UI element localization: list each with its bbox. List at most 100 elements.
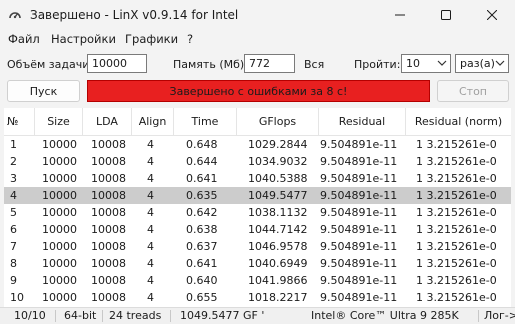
column-header-residual-norm[interactable]: Residual (norm)	[406, 108, 511, 135]
cell-residual: 9.504891e-11	[320, 138, 398, 151]
cell-residual: 9.504891e-11	[320, 240, 398, 253]
cell-lda: 10008	[91, 189, 126, 202]
cell-gflops: 1041.9866	[248, 274, 308, 287]
runs-value: 10	[406, 57, 420, 70]
cell-time: 0.641	[186, 172, 218, 185]
column-header-time[interactable]: Time	[174, 108, 237, 135]
menu-charts[interactable]: Графики	[125, 32, 178, 46]
cell-number: 6	[10, 223, 17, 236]
cell-lda: 10008	[91, 274, 126, 287]
menu-help[interactable]: ?	[187, 32, 193, 46]
cell-gflops: 1040.5388	[248, 172, 308, 185]
table-row[interactable]: 3 10000 10008 4 0.641 1040.5388 9.504891e-11 1 …	[4, 170, 511, 187]
runs-select[interactable]: 10	[401, 54, 451, 73]
table-row[interactable]: 9 10000 10008 4 0.640 1041.9866 9.504891e-11 1 …	[4, 272, 511, 289]
stop-button[interactable]: Стоп	[437, 80, 509, 102]
table-row[interactable]: 7 10000 10008 4 0.637 1046.9578 9.504891e-11 1 …	[4, 238, 511, 255]
cell-residual-norm: 1 3.215261e-0	[416, 291, 497, 304]
table-row[interactable]: 4 10000 10008 4 0.635 1049.5477 9.504891e-11 1 …	[4, 187, 511, 204]
close-button[interactable]	[469, 0, 515, 30]
start-button-label: Пуск	[29, 84, 58, 98]
title-bar[interactable]: Завершено - LinX v0.9.14 for Intel	[0, 0, 515, 30]
cell-number: 3	[10, 172, 17, 185]
column-header-lda[interactable]: LDA	[83, 108, 132, 135]
cell-lda: 10008	[91, 138, 126, 151]
cell-residual: 9.504891e-11	[320, 291, 398, 304]
results-table[interactable]: № Size LDA Align Time GFlops Residual Re…	[4, 108, 511, 307]
cell-size: 10000	[42, 155, 77, 168]
cell-lda: 10008	[91, 223, 126, 236]
cpu-name-label: Intel® Core™ Ultra 9 285K	[311, 309, 459, 322]
table-row[interactable]: 10 10000 10008 4 0.655 1018.2217 9.504891e-11 1…	[4, 289, 511, 306]
cell-lda: 10008	[91, 206, 126, 219]
cell-residual-norm: 1 3.215261e-0	[416, 155, 497, 168]
cell-number: 4	[10, 189, 17, 202]
start-button[interactable]: Пуск	[7, 80, 80, 102]
status-bar: 10/10 64-bit 24 treads 1049.5477 GF ' In…	[0, 307, 515, 324]
app-gauge-icon	[9, 12, 21, 19]
cell-size: 10000	[42, 223, 77, 236]
runs-label: Пройти:	[354, 58, 401, 71]
cell-residual-norm: 1 3.215261e-0	[416, 257, 497, 270]
cell-time: 0.644	[186, 155, 218, 168]
cell-align: 4	[147, 291, 154, 304]
minimize-icon	[395, 14, 405, 16]
cell-time: 0.648	[186, 138, 218, 151]
stop-button-label: Стоп	[458, 84, 487, 98]
table-row[interactable]: 6 10000 10008 4 0.638 1044.7142 9.504891e-11 1 …	[4, 221, 511, 238]
log-toggle-button[interactable]: Лог->	[484, 309, 515, 322]
column-header-number[interactable]: №	[4, 108, 35, 135]
menu-settings[interactable]: Настройки	[51, 32, 116, 46]
cell-gflops: 1040.6949	[248, 257, 308, 270]
menu-bar: Файл Настройки Графики ?	[0, 30, 515, 49]
run-status-indicator: Завершено с ошибками за 8 с!	[87, 80, 430, 102]
cell-align: 4	[147, 257, 154, 270]
cell-time: 0.642	[186, 206, 218, 219]
cell-number: 2	[10, 155, 17, 168]
table-row[interactable]: 5 10000 10008 4 0.642 1038.1132 9.504891e-11 1 …	[4, 204, 511, 221]
threads-label: 24 treads	[109, 309, 162, 322]
cell-residual: 9.504891e-11	[320, 172, 398, 185]
column-header-residual[interactable]: Residual	[319, 108, 406, 135]
maximize-icon	[441, 10, 451, 20]
cell-gflops: 1018.2217	[248, 291, 308, 304]
cell-number: 9	[10, 274, 17, 287]
column-header-align[interactable]: Align	[132, 108, 174, 135]
table-row[interactable]: 2 10000 10008 4 0.644 1034.9032 9.504891e-11 1 …	[4, 153, 511, 170]
task-size-value: 10000	[92, 57, 127, 70]
chevron-down-icon	[437, 60, 447, 66]
memory-all-checkbox-label[interactable]: Вся	[304, 58, 324, 71]
memory-input[interactable]: 772	[244, 54, 295, 73]
cell-size: 10000	[42, 274, 77, 287]
runs-unit-value: раз(а)	[460, 57, 495, 70]
minimize-button[interactable]	[377, 0, 423, 30]
cell-size: 10000	[42, 257, 77, 270]
cell-time: 0.638	[186, 223, 218, 236]
cell-time: 0.637	[186, 240, 218, 253]
maximize-button[interactable]	[423, 0, 469, 30]
table-header: № Size LDA Align Time GFlops Residual Re…	[4, 108, 511, 136]
memory-value: 772	[249, 57, 270, 70]
run-status-text: Завершено с ошибками за 8 с!	[169, 84, 348, 98]
cell-size: 10000	[42, 291, 77, 304]
menu-file[interactable]: Файл	[8, 32, 40, 46]
cell-gflops: 1049.5477	[248, 189, 308, 202]
cell-lda: 10008	[91, 155, 126, 168]
column-header-gflops[interactable]: GFlops	[237, 108, 319, 135]
table-row[interactable]: 1 10000 10008 4 0.648 1029.2844 9.504891e-11 1 …	[4, 136, 511, 153]
cell-lda: 10008	[91, 240, 126, 253]
cell-align: 4	[147, 155, 154, 168]
cell-align: 4	[147, 138, 154, 151]
cell-align: 4	[147, 189, 154, 202]
cell-residual-norm: 1 3.215261e-0	[416, 206, 497, 219]
cell-gflops: 1034.9032	[248, 155, 308, 168]
memory-label: Память (Мб):	[173, 58, 248, 71]
table-row[interactable]: 8 10000 10008 4 0.641 1040.6949 9.504891e-11 1 …	[4, 255, 511, 272]
cell-align: 4	[147, 223, 154, 236]
task-size-input[interactable]: 10000	[87, 54, 147, 73]
cell-time: 0.635	[186, 189, 218, 202]
cell-number: 8	[10, 257, 17, 270]
column-header-size[interactable]: Size	[35, 108, 83, 135]
runs-unit-select[interactable]: раз(а)	[455, 54, 509, 73]
cell-gflops: 1044.7142	[248, 223, 308, 236]
